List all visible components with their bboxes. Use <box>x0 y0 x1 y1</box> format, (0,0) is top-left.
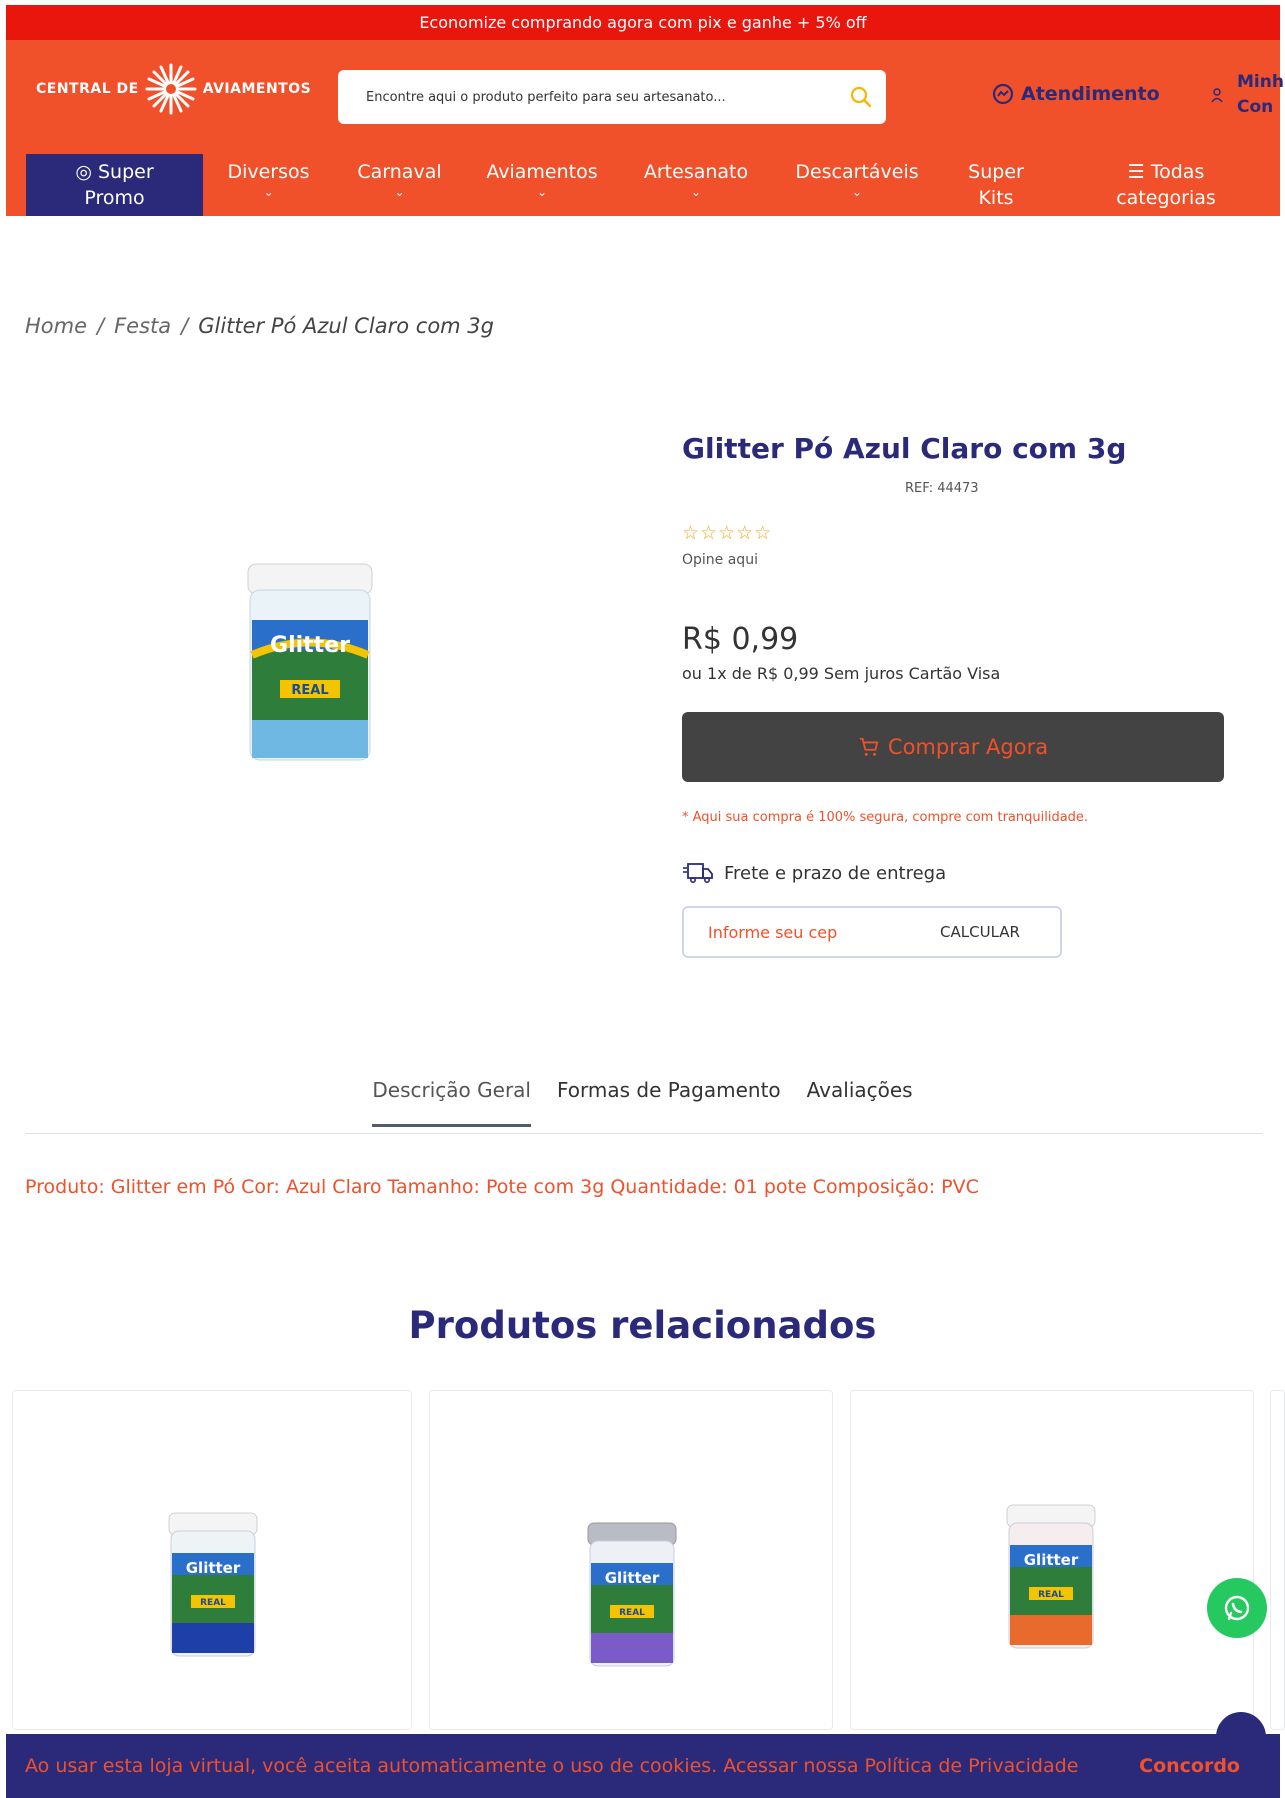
nav-label: Todas <box>1150 161 1205 183</box>
product-image-brand: REAL <box>291 683 328 698</box>
product-price: R$ 0,99 <box>682 622 799 657</box>
related-image-brand: REAL <box>619 1608 645 1618</box>
nav-label: Carnaval <box>357 161 442 183</box>
tab-reviews[interactable]: Avaliações <box>807 1078 913 1127</box>
search-bar: Encontre aqui o produto perfeito para se… <box>338 70 886 124</box>
nav-label-line2: Kits <box>978 187 1014 209</box>
nav-item-aviamentos[interactable]: Aviamentos ⌄ <box>474 154 610 216</box>
related-image-label: Glitter <box>1024 1551 1079 1569</box>
nav-label: Super <box>968 161 1024 183</box>
buy-now-label: Comprar Agora <box>887 735 1049 759</box>
related-image-label: Glitter <box>605 1569 660 1587</box>
attendance-label: Atendimento <box>1021 83 1160 105</box>
logo[interactable]: CENTRAL DE AVIAMENTOS <box>36 60 311 117</box>
attendance-link[interactable]: Atendimento <box>991 82 1160 106</box>
nav-item-super-kits[interactable]: Super Kits <box>936 154 1056 216</box>
nav-label: Diversos <box>227 161 310 183</box>
promo-bar-text: Economize comprando agora com pix e ganh… <box>419 13 867 32</box>
account-line1: Minh <box>1237 72 1284 92</box>
product-image-label: Glitter <box>270 633 350 658</box>
whatsapp-icon <box>1224 1595 1250 1621</box>
nav-item-descartaveis[interactable]: Descartáveis ⌄ <box>782 154 932 216</box>
related-products-title: Produtos relacionados <box>408 1304 877 1347</box>
nav-item-super-promo[interactable]: ◎ Super Promo <box>26 154 203 216</box>
search-icon <box>850 86 872 108</box>
breadcrumb-current: Glitter Pó Azul Claro com 3g <box>198 314 494 338</box>
account-line2: Con <box>1237 97 1274 117</box>
related-image-brand: REAL <box>1038 1590 1064 1600</box>
breadcrumb-category[interactable]: Festa <box>114 314 171 338</box>
breadcrumb-separator: / <box>97 314 105 338</box>
cep-input[interactable]: Informe seu cep <box>684 923 900 942</box>
cookie-agree-button[interactable]: Concordo <box>1139 1755 1240 1777</box>
product-description: Produto: Glitter em Pó Cor: Azul Claro T… <box>25 1176 979 1198</box>
menu-icon: ☰ <box>1127 161 1145 183</box>
chevron-down-icon: ⌄ <box>263 185 274 199</box>
nav-item-all-categories[interactable]: ☰ Todas categorias <box>1091 154 1241 216</box>
nav-label-line2: Promo <box>84 187 145 209</box>
search-button[interactable] <box>836 70 886 124</box>
buy-now-button[interactable]: Comprar Agora <box>682 712 1224 782</box>
nav-label: Super <box>97 161 154 183</box>
chevron-down-icon: ⌄ <box>690 185 702 199</box>
cookie-banner: Ao usar esta loja virtual, você aceita a… <box>6 1734 1280 1798</box>
product-ref: REF: 44473 <box>905 481 979 496</box>
search-input[interactable]: Encontre aqui o produto perfeito para se… <box>366 90 836 105</box>
related-product-image: Glitter REAL <box>587 1522 677 1667</box>
chat-icon <box>992 83 1014 105</box>
related-product-image: Glitter REAL <box>1006 1504 1096 1649</box>
product-title: Glitter Pó Azul Claro com 3g <box>682 432 1127 465</box>
related-product-card[interactable]: Glitter REAL <box>429 1390 833 1730</box>
chevron-down-icon: ⌄ <box>394 185 405 199</box>
user-icon <box>1211 88 1223 103</box>
shipping-section: Frete e prazo de entrega <box>682 861 946 885</box>
truck-icon <box>683 863 713 883</box>
nav-item-artesanato[interactable]: Artesanato ⌄ <box>631 154 761 216</box>
nav-item-carnaval[interactable]: Carnaval ⌄ <box>342 154 457 216</box>
account-link[interactable]: Minh Con <box>1211 70 1284 120</box>
related-image-label: Glitter <box>186 1559 241 1577</box>
site-header: CENTRAL DE AVIAMENTOS Encontre aqui o pr… <box>6 40 1284 154</box>
related-product-card[interactable]: Glitter REAL <box>850 1390 1254 1730</box>
related-image-brand: REAL <box>200 1598 226 1608</box>
related-product-card-partial[interactable] <box>1270 1390 1285 1730</box>
breadcrumb-separator: / <box>181 314 189 338</box>
installment-info: ou 1x de R$ 0,99 Sem juros Cartão Visa <box>682 664 1001 683</box>
secure-note: * Aqui sua compra é 100% segura, compre … <box>682 810 1089 825</box>
tab-divider <box>25 1133 1263 1134</box>
related-product-image: Glitter REAL <box>168 1512 258 1657</box>
nav-label: Aviamentos <box>486 161 598 183</box>
logo-star-icon <box>145 63 197 114</box>
promo-bar: Economize comprando agora com pix e ganh… <box>6 5 1280 40</box>
nav-label: Artesanato <box>643 161 749 183</box>
logo-text-right: AVIAMENTOS <box>202 80 312 97</box>
rating-stars-icon[interactable]: ☆☆☆☆☆ <box>682 522 772 544</box>
tab-description[interactable]: Descrição Geral <box>372 1078 531 1127</box>
related-product-card[interactable]: Glitter REAL <box>12 1390 412 1730</box>
product-tabs: Descrição Geral Formas de Pagamento Aval… <box>0 1078 1285 1127</box>
shipping-label: Frete e prazo de entrega <box>724 862 947 884</box>
chevron-down-icon: ⌄ <box>851 185 863 199</box>
breadcrumb: Home / Festa / Glitter Pó Azul Claro com… <box>25 314 494 338</box>
logo-text-left: CENTRAL DE <box>36 80 139 97</box>
fire-icon: ◎ <box>75 161 92 183</box>
nav-label: Descartáveis <box>795 161 919 183</box>
chevron-down-icon: ⌄ <box>536 185 548 199</box>
nav-item-diversos[interactable]: Diversos ⌄ <box>211 154 326 216</box>
tab-payment[interactable]: Formas de Pagamento <box>557 1078 781 1127</box>
product-image[interactable]: Glitter REAL <box>240 560 380 770</box>
nav-label-line2: categorias <box>1116 187 1216 209</box>
cookie-text[interactable]: Ao usar esta loja virtual, você aceita a… <box>25 1755 1078 1777</box>
calculate-button[interactable]: CALCULAR <box>900 923 1060 941</box>
cart-icon <box>859 737 879 756</box>
breadcrumb-home[interactable]: Home <box>25 314 87 338</box>
review-link[interactable]: Opine aqui <box>682 552 758 568</box>
cep-form: Informe seu cep CALCULAR <box>682 906 1062 958</box>
main-nav: ◎ Super Promo Diversos ⌄ Carnaval ⌄ Avia… <box>6 154 1280 216</box>
whatsapp-button[interactable] <box>1207 1578 1267 1638</box>
